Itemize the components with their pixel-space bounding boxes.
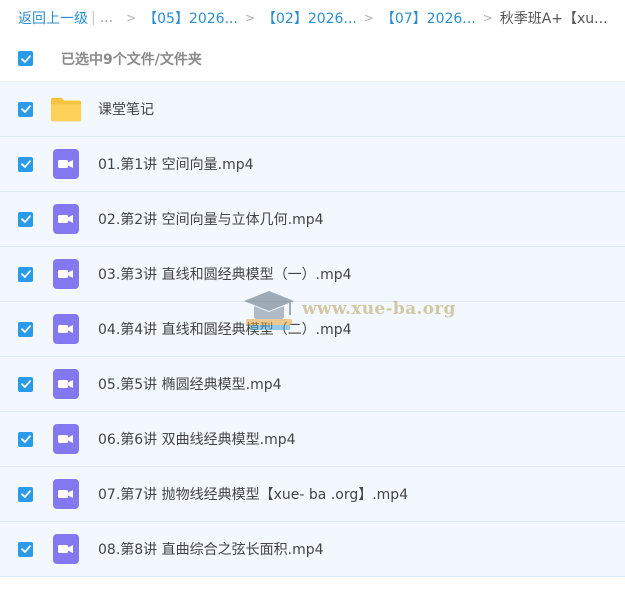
back-link[interactable]: 返回上一级: [18, 8, 88, 28]
row-checkbox[interactable]: [18, 156, 33, 172]
video-file-icon: [50, 368, 82, 400]
row-checkbox[interactable]: [18, 431, 33, 447]
video-file-icon: [50, 258, 82, 290]
folder-icon: [50, 93, 82, 125]
file-name: 01.第1讲 空间向量.mp4: [98, 157, 254, 173]
breadcrumb-divider: |: [91, 10, 96, 26]
file-name: 03.第3讲 直线和圆经典模型（一）.mp4: [98, 267, 352, 283]
video-file-icon: [50, 533, 82, 565]
row-checkbox[interactable]: [18, 211, 33, 227]
check-icon: [20, 270, 31, 278]
breadcrumb-item-1[interactable]: 【05】2026...: [143, 8, 238, 28]
chevron-right-icon: >: [126, 11, 137, 25]
file-name: 课堂笔记: [98, 102, 154, 118]
file-name: 05.第5讲 椭圆经典模型.mp4: [98, 377, 282, 393]
row-checkbox[interactable]: [18, 266, 33, 282]
select-all-checkbox[interactable]: [18, 51, 33, 66]
video-file-icon: [50, 478, 82, 510]
check-icon: [20, 215, 31, 223]
file-row-video[interactable]: 06.第6讲 双曲线经典模型.mp4: [0, 412, 625, 467]
file-row-video[interactable]: 04.第4讲 直线和圆经典模型（二）.mp4: [0, 302, 625, 357]
check-icon: [20, 325, 31, 333]
check-icon: [20, 54, 31, 63]
check-icon: [20, 380, 31, 388]
chevron-right-icon: >: [482, 11, 493, 25]
video-file-icon: [50, 313, 82, 345]
file-name: 07.第7讲 抛物线经典模型【xue- ba .org】.mp4: [98, 487, 409, 503]
check-icon: [20, 545, 31, 553]
video-file-icon: [50, 148, 82, 180]
check-icon: [20, 490, 31, 498]
file-name: 08.第8讲 直曲综合之弦长面积.mp4: [98, 542, 324, 558]
check-icon: [20, 105, 31, 113]
file-name: 06.第6讲 双曲线经典模型.mp4: [98, 432, 296, 448]
breadcrumb: 返回上一级 | ... > 【05】2026... > 【02】2026... …: [0, 0, 625, 36]
check-icon: [20, 160, 31, 168]
selection-summary: 已选中9个文件/文件夹: [61, 51, 202, 68]
file-row-video[interactable]: 08.第8讲 直曲综合之弦长面积.mp4: [0, 522, 625, 577]
video-file-icon: [50, 203, 82, 235]
breadcrumb-current: 秋季班A+【xu...: [499, 11, 608, 27]
check-icon: [20, 435, 31, 443]
row-checkbox[interactable]: [18, 101, 33, 117]
file-row-video[interactable]: 01.第1讲 空间向量.mp4: [0, 137, 625, 192]
breadcrumb-ellipsis[interactable]: ...: [100, 10, 113, 26]
video-file-icon: [50, 423, 82, 455]
file-name: 02.第2讲 空间向量与立体几何.mp4: [98, 212, 324, 228]
row-checkbox[interactable]: [18, 486, 33, 502]
file-name: 04.第4讲 直线和圆经典模型（二）.mp4: [98, 322, 352, 338]
breadcrumb-item-3[interactable]: 【07】2026...: [381, 8, 476, 28]
row-checkbox[interactable]: [18, 376, 33, 392]
row-checkbox[interactable]: [18, 321, 33, 337]
chevron-right-icon: >: [244, 11, 255, 25]
file-list: 课堂笔记 01.第1讲 空间向量.mp4 02.第2讲 空间向量与立体几何.mp…: [0, 82, 625, 577]
chevron-right-icon: >: [363, 11, 374, 25]
file-row-video[interactable]: 02.第2讲 空间向量与立体几何.mp4: [0, 192, 625, 247]
file-row-video[interactable]: 07.第7讲 抛物线经典模型【xue- ba .org】.mp4: [0, 467, 625, 522]
file-row-folder[interactable]: 课堂笔记: [0, 82, 625, 137]
file-row-video[interactable]: 03.第3讲 直线和圆经典模型（一）.mp4: [0, 247, 625, 302]
file-row-video[interactable]: 05.第5讲 椭圆经典模型.mp4: [0, 357, 625, 412]
breadcrumb-item-2[interactable]: 【02】2026...: [262, 8, 357, 28]
row-checkbox[interactable]: [18, 541, 33, 557]
selection-header: 已选中9个文件/文件夹: [0, 36, 625, 82]
